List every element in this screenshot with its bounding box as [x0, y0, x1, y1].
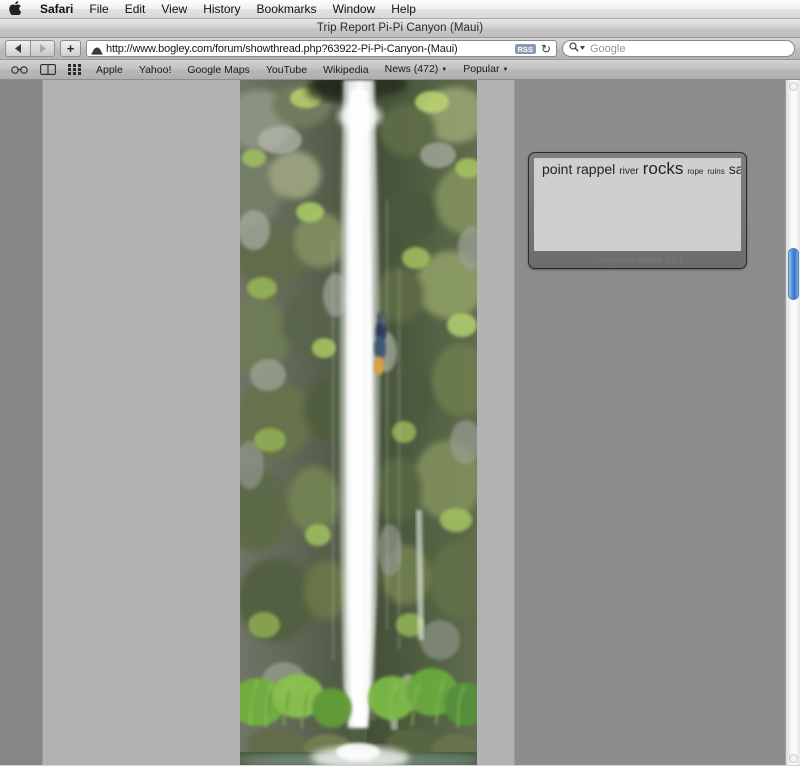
tag-cloud-panel: pointrappelriverrocksroperuinssaltlakesh… [534, 158, 741, 251]
menu-item-window[interactable]: Window [325, 0, 384, 19]
window-title: Trip Report Pi-Pi Canyon (Maui) [316, 22, 484, 34]
scrollbar-track-bottom-cap [789, 754, 798, 763]
bookmark-wikipedia[interactable]: Wikipedia [316, 60, 376, 80]
waterfall-photo[interactable] [240, 80, 477, 765]
search-placeholder-text: Google [590, 42, 626, 55]
bookmark-label: News (472) [384, 62, 439, 75]
tag-rappel[interactable]: rappel [576, 161, 615, 177]
triangle-left-icon [14, 44, 21, 53]
tag-ruins[interactable]: ruins [707, 167, 724, 176]
vertical-scrollbar[interactable] [785, 80, 800, 765]
bookmark-label: Yahoo! [138, 63, 172, 76]
bookmark-apple[interactable]: Apple [89, 60, 130, 80]
add-bookmark-button[interactable]: + [60, 40, 81, 57]
bookmark-label: Google Maps [187, 63, 250, 76]
tag-cloud-list: pointrappelriverrocksroperuinssaltlakesh… [542, 159, 741, 180]
waterfall-photo-image [240, 80, 477, 765]
chevron-down-icon[interactable] [580, 45, 585, 52]
menu-item-edit[interactable]: Edit [117, 0, 154, 19]
tag-river[interactable]: river [619, 166, 638, 177]
bookmark-label: Popular [463, 62, 500, 75]
rss-badge[interactable]: RSS [514, 43, 536, 54]
bookmarks-bar: Apple Yahoo! Google Maps YouTube Wikiped… [0, 60, 800, 80]
navigation-buttons [5, 40, 55, 57]
menu-item-bookmarks[interactable]: Bookmarks [249, 0, 325, 19]
bookmark-google-maps[interactable]: Google Maps [180, 60, 256, 80]
reading-glasses-icon[interactable] [6, 65, 33, 74]
chevron-down-icon: ▼ [441, 66, 448, 73]
forward-button[interactable] [30, 40, 55, 57]
bookmark-yahoo[interactable]: Yahoo! [132, 60, 179, 80]
bookmark-popular[interactable]: Popular ▼ [456, 59, 515, 81]
menu-item-view[interactable]: View [153, 0, 195, 19]
tag-point[interactable]: point [542, 161, 572, 177]
reload-icon[interactable]: ↻ [541, 43, 551, 55]
scrollbar-thumb[interactable] [788, 248, 799, 300]
bookmark-youtube[interactable]: YouTube [259, 60, 314, 80]
apple-logo-icon[interactable] [8, 1, 22, 16]
widget-footer: Everywhere sidebar 1.5.1 [534, 251, 741, 270]
os-menu-bar: Safari File Edit View History Bookmarks … [0, 0, 800, 19]
book-icon[interactable] [35, 64, 61, 75]
tag-rope[interactable]: rope [687, 167, 703, 176]
bookmark-label: Apple [96, 63, 123, 76]
page-globe-icon [91, 43, 103, 55]
safari-window: Trip Report Pi-Pi Canyon (Maui) + http:/… [0, 19, 800, 766]
bookmark-label: YouTube [265, 63, 308, 76]
menu-item-history[interactable]: History [195, 0, 248, 19]
scrollbar-track-top-cap [789, 82, 798, 91]
widget-footer-label: Everywhere sidebar 1.5.1 [592, 256, 683, 265]
window-title-bar[interactable]: Trip Report Pi-Pi Canyon (Maui) [0, 19, 800, 38]
chevron-down-icon: ▼ [502, 66, 509, 73]
bookmark-label: Wikipedia [323, 63, 369, 76]
menu-item-safari[interactable]: Safari [32, 0, 81, 19]
address-bar-url: http://www.bogley.com/forum/showthread.p… [106, 42, 458, 55]
search-magnifier-icon [569, 42, 579, 55]
menu-item-help[interactable]: Help [383, 0, 424, 19]
page-content-area: pointrappelriverrocksroperuinssaltlakesh… [0, 80, 800, 765]
browser-toolbar: + http://www.bogley.com/forum/showthread… [0, 38, 800, 60]
page-left-margin [0, 80, 42, 765]
tag-cloud-widget: pointrappelriverrocksroperuinssaltlakesh… [528, 152, 747, 269]
page-body-right-column [477, 80, 515, 765]
address-bar[interactable]: http://www.bogley.com/forum/showthread.p… [86, 40, 557, 57]
bookmark-news[interactable]: News (472) ▼ [378, 59, 455, 81]
menu-item-file[interactable]: File [81, 0, 116, 19]
triangle-right-icon [40, 44, 46, 53]
search-input[interactable]: Google [562, 40, 795, 57]
tag-salt[interactable]: salt [729, 161, 741, 177]
tag-rocks[interactable]: rocks [643, 159, 684, 178]
page-body-left-column [42, 80, 240, 765]
grid-icon[interactable] [63, 64, 87, 75]
back-button[interactable] [5, 40, 30, 57]
